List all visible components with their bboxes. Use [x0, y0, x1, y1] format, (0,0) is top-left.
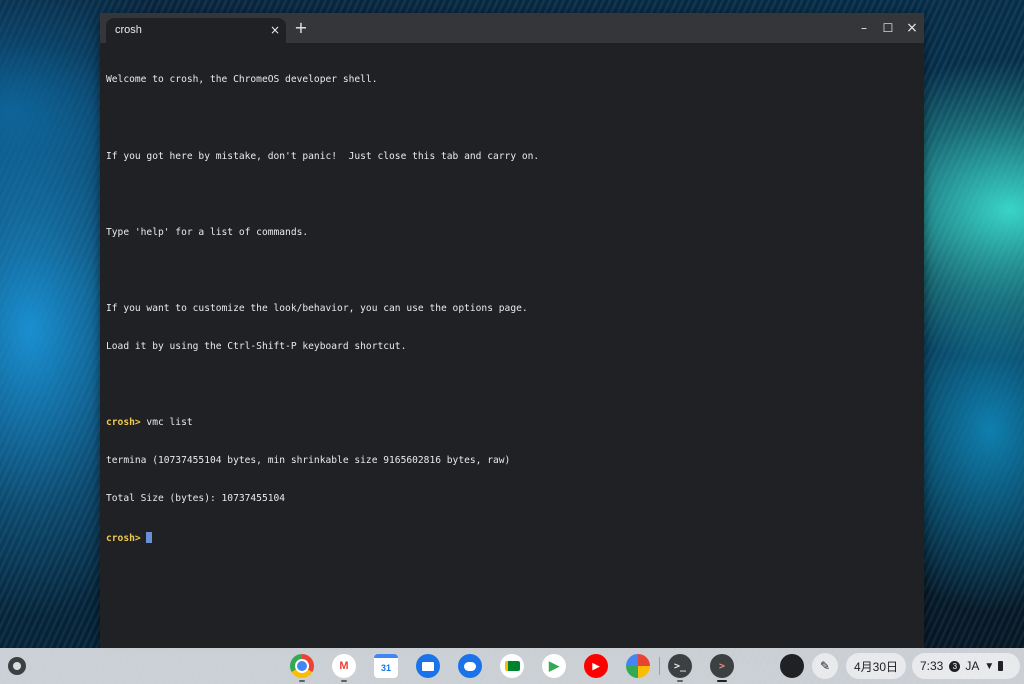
- title-bar[interactable]: crosh × + – ☐ ×: [100, 13, 924, 43]
- crosh-icon[interactable]: >: [710, 654, 734, 678]
- tab-crosh[interactable]: crosh ×: [106, 18, 286, 43]
- meet-icon[interactable]: [500, 654, 524, 678]
- text-cursor: [146, 531, 153, 543]
- crosh-window: crosh × + – ☐ × Welcome to crosh, the Ch…: [100, 13, 924, 648]
- shelf: M 31 ▶ ▶ >_ > ✎ 4月30日 7:33 3 JA ▼: [0, 648, 1024, 684]
- terminal-line: Welcome to crosh, the ChromeOS developer…: [106, 74, 378, 86]
- output-line: termina (10737455104 bytes, min shrinkab…: [106, 455, 511, 467]
- files-icon[interactable]: [416, 654, 440, 678]
- shelf-separator: [659, 657, 660, 675]
- launcher-button[interactable]: [8, 657, 26, 675]
- stylus-button[interactable]: ✎: [812, 653, 838, 679]
- active-indicator: [717, 680, 727, 682]
- pen-icon: ✎: [819, 659, 831, 673]
- folder-icon: [422, 661, 434, 671]
- close-window-button[interactable]: ×: [904, 20, 920, 36]
- status-area[interactable]: 7:33 3 JA ▼: [912, 653, 1020, 679]
- terminal-line: Type 'help' for a list of commands.: [106, 226, 309, 238]
- terminal-line: Load it by using the Ctrl-Shift-P keyboa…: [106, 341, 407, 353]
- youtube-icon[interactable]: ▶: [584, 654, 608, 678]
- wifi-icon: ▼: [984, 660, 995, 672]
- running-indicator: [299, 680, 305, 682]
- prompt: crosh>: [106, 417, 141, 429]
- command-line: crosh> vmc list: [106, 417, 918, 430]
- terminal-icon[interactable]: >_: [668, 654, 692, 678]
- time-label: 7:33: [920, 659, 944, 673]
- terminal-line: If you got here by mistake, don't panic!…: [106, 150, 540, 162]
- chat-bubble-icon: [464, 661, 476, 671]
- date-tray[interactable]: 4月30日: [846, 653, 906, 679]
- notification-count-badge: 3: [949, 660, 961, 672]
- command-text: vmc list: [140, 417, 193, 429]
- play-store-icon[interactable]: ▶: [542, 654, 566, 678]
- output-line: Total Size (bytes): 10737455104: [106, 493, 286, 505]
- chrome-center-icon: [295, 659, 309, 673]
- gmail-icon[interactable]: M: [332, 654, 356, 678]
- terminal-output[interactable]: Welcome to crosh, the ChromeOS developer…: [106, 49, 918, 639]
- tab-close-icon[interactable]: ×: [268, 22, 282, 38]
- camera-icon: [504, 661, 520, 671]
- photos-icon[interactable]: [626, 654, 650, 678]
- tab-title: crosh: [115, 24, 142, 36]
- ime-label: JA: [965, 659, 980, 673]
- calendar-icon[interactable]: 31: [374, 654, 398, 678]
- messages-icon[interactable]: [458, 654, 482, 678]
- running-indicator: [341, 680, 347, 682]
- maximize-button[interactable]: ☐: [880, 20, 896, 36]
- new-tab-button[interactable]: +: [293, 20, 309, 36]
- battery-icon: [998, 661, 1004, 671]
- running-indicator: [677, 680, 683, 682]
- terminal-line: If you want to customize the look/behavi…: [106, 302, 528, 314]
- date-label: 4月30日: [853, 659, 899, 674]
- avatar[interactable]: [780, 654, 804, 678]
- minimize-button[interactable]: –: [856, 20, 872, 36]
- current-prompt-line[interactable]: crosh>: [106, 531, 918, 545]
- chrome-icon[interactable]: [290, 654, 314, 678]
- prompt: crosh>: [106, 532, 141, 544]
